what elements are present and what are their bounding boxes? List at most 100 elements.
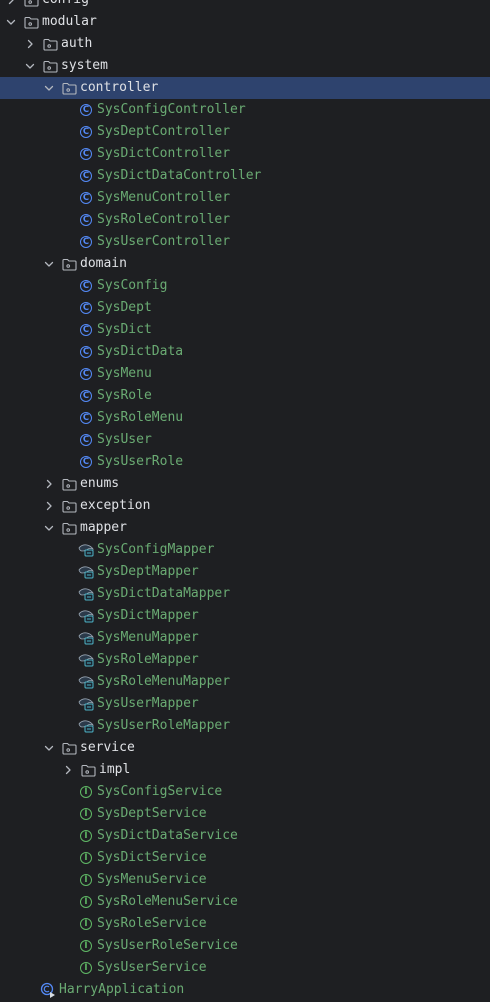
chevron-right-icon[interactable]: [24, 33, 36, 55]
tree-node-label: SysRoleMapper: [97, 652, 199, 667]
java-class-icon: C: [78, 278, 94, 294]
java-interface-icon: I: [78, 916, 94, 932]
chevron-down-icon[interactable]: [43, 253, 55, 275]
tree-node-enums[interactable]: enums: [0, 473, 490, 495]
chevron-down-icon[interactable]: [43, 517, 55, 539]
tree-node-sys-dict-mapper[interactable]: SysDictMapper: [0, 605, 490, 627]
tree-node-sys-user-controller[interactable]: C SysUserController: [0, 231, 490, 253]
tree-node-sys-dict-controller[interactable]: C SysDictController: [0, 143, 490, 165]
tree-node-sys-user[interactable]: C SysUser: [0, 429, 490, 451]
tree-node-mapper[interactable]: mapper: [0, 517, 490, 539]
tree-node-harry-application[interactable]: HarryApplication: [0, 979, 490, 1001]
mybatis-mapper-icon: [78, 696, 94, 712]
tree-node-label: controller: [80, 80, 159, 95]
chevron-right-icon[interactable]: [43, 473, 55, 495]
tree-node-sys-role-controller[interactable]: C SysRoleController: [0, 209, 490, 231]
tree-node-sys-role-menu-service[interactable]: I SysRoleMenuService: [0, 891, 490, 913]
tree-node-label: SysDictDataMapper: [97, 586, 231, 601]
tree-node-sys-dept-service[interactable]: I SysDeptService: [0, 803, 490, 825]
tree-node-sys-dept[interactable]: C SysDept: [0, 297, 490, 319]
tree-node-sys-dept-controller[interactable]: C SysDeptController: [0, 121, 490, 143]
tree-node-sys-user-role-mapper[interactable]: SysUserRoleMapper: [0, 715, 490, 737]
chevron-right-icon[interactable]: [62, 759, 74, 781]
tree-node-label: SysDeptController: [97, 124, 231, 139]
tree-node-sys-dept-mapper[interactable]: SysDeptMapper: [0, 561, 490, 583]
tree-node-sys-dict-service[interactable]: I SysDictService: [0, 847, 490, 869]
mybatis-mapper-icon: [78, 542, 94, 558]
tree-node-impl[interactable]: impl: [0, 759, 490, 781]
chevron-down-icon[interactable]: [5, 11, 17, 33]
tree-node-sys-role-menu[interactable]: C SysRoleMenu: [0, 407, 490, 429]
tree-node-sys-user-role-service[interactable]: I SysUserRoleService: [0, 935, 490, 957]
java-interface-icon: I: [78, 806, 94, 822]
tree-node-sys-role-service[interactable]: I SysRoleService: [0, 913, 490, 935]
chevron-down-icon[interactable]: [43, 737, 55, 759]
tree-node-label: SysUserService: [97, 960, 207, 975]
tree-node-exception[interactable]: exception: [0, 495, 490, 517]
java-class-icon: C: [78, 146, 94, 162]
tree-node-sys-config[interactable]: C SysConfig: [0, 275, 490, 297]
java-interface-icon: I: [78, 894, 94, 910]
tree-node-modular[interactable]: modular: [0, 11, 490, 33]
tree-node-sys-user-service[interactable]: I SysUserService: [0, 957, 490, 979]
tree-node-label: domain: [80, 256, 127, 271]
tree-node-sys-config-mapper[interactable]: SysConfigMapper: [0, 539, 490, 561]
tree-node-config[interactable]: config: [0, 0, 490, 11]
tree-node-sys-dict[interactable]: C SysDict: [0, 319, 490, 341]
package-folder-icon: [23, 0, 39, 8]
tree-node-sys-dict-data[interactable]: C SysDictData: [0, 341, 490, 363]
tree-node-label: system: [61, 58, 108, 73]
chevron-down-icon[interactable]: [43, 77, 55, 99]
tree-node-controller[interactable]: controller: [0, 77, 490, 99]
chevron-right-icon[interactable]: [43, 495, 55, 517]
tree-node-sys-menu[interactable]: C SysMenu: [0, 363, 490, 385]
tree-node-sys-config-controller[interactable]: C SysConfigController: [0, 99, 490, 121]
tree-node-sys-menu-controller[interactable]: C SysMenuController: [0, 187, 490, 209]
tree-node-auth[interactable]: auth: [0, 33, 490, 55]
tree-node-sys-menu-mapper[interactable]: SysMenuMapper: [0, 627, 490, 649]
tree-node-label: SysUserMapper: [97, 696, 199, 711]
java-interface-icon: I: [78, 872, 94, 888]
mybatis-mapper-icon: [78, 630, 94, 646]
tree-node-label: SysDictData: [97, 344, 184, 359]
tree-node-label: SysDict: [97, 322, 152, 337]
package-folder-icon: [61, 520, 77, 536]
tree-node-sys-user-role[interactable]: C SysUserRole: [0, 451, 490, 473]
tree-node-label: SysDictMapper: [97, 608, 199, 623]
tree-node-system[interactable]: system: [0, 55, 490, 77]
tree-node-sys-dict-data-service[interactable]: I SysDictDataService: [0, 825, 490, 847]
tree-node-label: SysMenuController: [97, 190, 231, 205]
package-folder-icon: [61, 740, 77, 756]
tree-node-sys-role-mapper[interactable]: SysRoleMapper: [0, 649, 490, 671]
tree-node-label: SysRole: [97, 388, 152, 403]
tree-node-label: SysMenuMapper: [97, 630, 199, 645]
chevron-down-icon[interactable]: [24, 55, 36, 77]
tree-node-sys-config-service[interactable]: I SysConfigService: [0, 781, 490, 803]
java-class-icon: C: [78, 410, 94, 426]
tree-node-sys-dict-data-controller[interactable]: C SysDictDataController: [0, 165, 490, 187]
java-interface-icon: I: [78, 850, 94, 866]
package-folder-icon: [61, 256, 77, 272]
tree-node-domain[interactable]: domain: [0, 253, 490, 275]
java-interface-icon: I: [78, 960, 94, 976]
tree-node-label: SysDictController: [97, 146, 231, 161]
tree-node-label: SysRoleController: [97, 212, 231, 227]
mybatis-mapper-icon: [78, 586, 94, 602]
java-class-icon: C: [78, 344, 94, 360]
java-interface-icon: I: [78, 784, 94, 800]
tree-node-sys-role[interactable]: C SysRole: [0, 385, 490, 407]
tree-node-sys-user-mapper[interactable]: SysUserMapper: [0, 693, 490, 715]
chevron-right-icon[interactable]: [5, 0, 17, 11]
mybatis-mapper-icon: [78, 718, 94, 734]
tree-node-service[interactable]: service: [0, 737, 490, 759]
tree-node-sys-role-menu-mapper[interactable]: SysRoleMenuMapper: [0, 671, 490, 693]
tree-node-sys-menu-service[interactable]: I SysMenuService: [0, 869, 490, 891]
java-class-icon: C: [78, 366, 94, 382]
tree-node-sys-dict-data-mapper[interactable]: SysDictDataMapper: [0, 583, 490, 605]
java-class-icon: C: [78, 102, 94, 118]
tree-node-label: auth: [61, 36, 93, 51]
tree-node-label: SysMenuService: [97, 872, 207, 887]
mybatis-mapper-icon: [78, 608, 94, 624]
java-class-icon: C: [78, 300, 94, 316]
tree-node-label: enums: [80, 476, 120, 491]
